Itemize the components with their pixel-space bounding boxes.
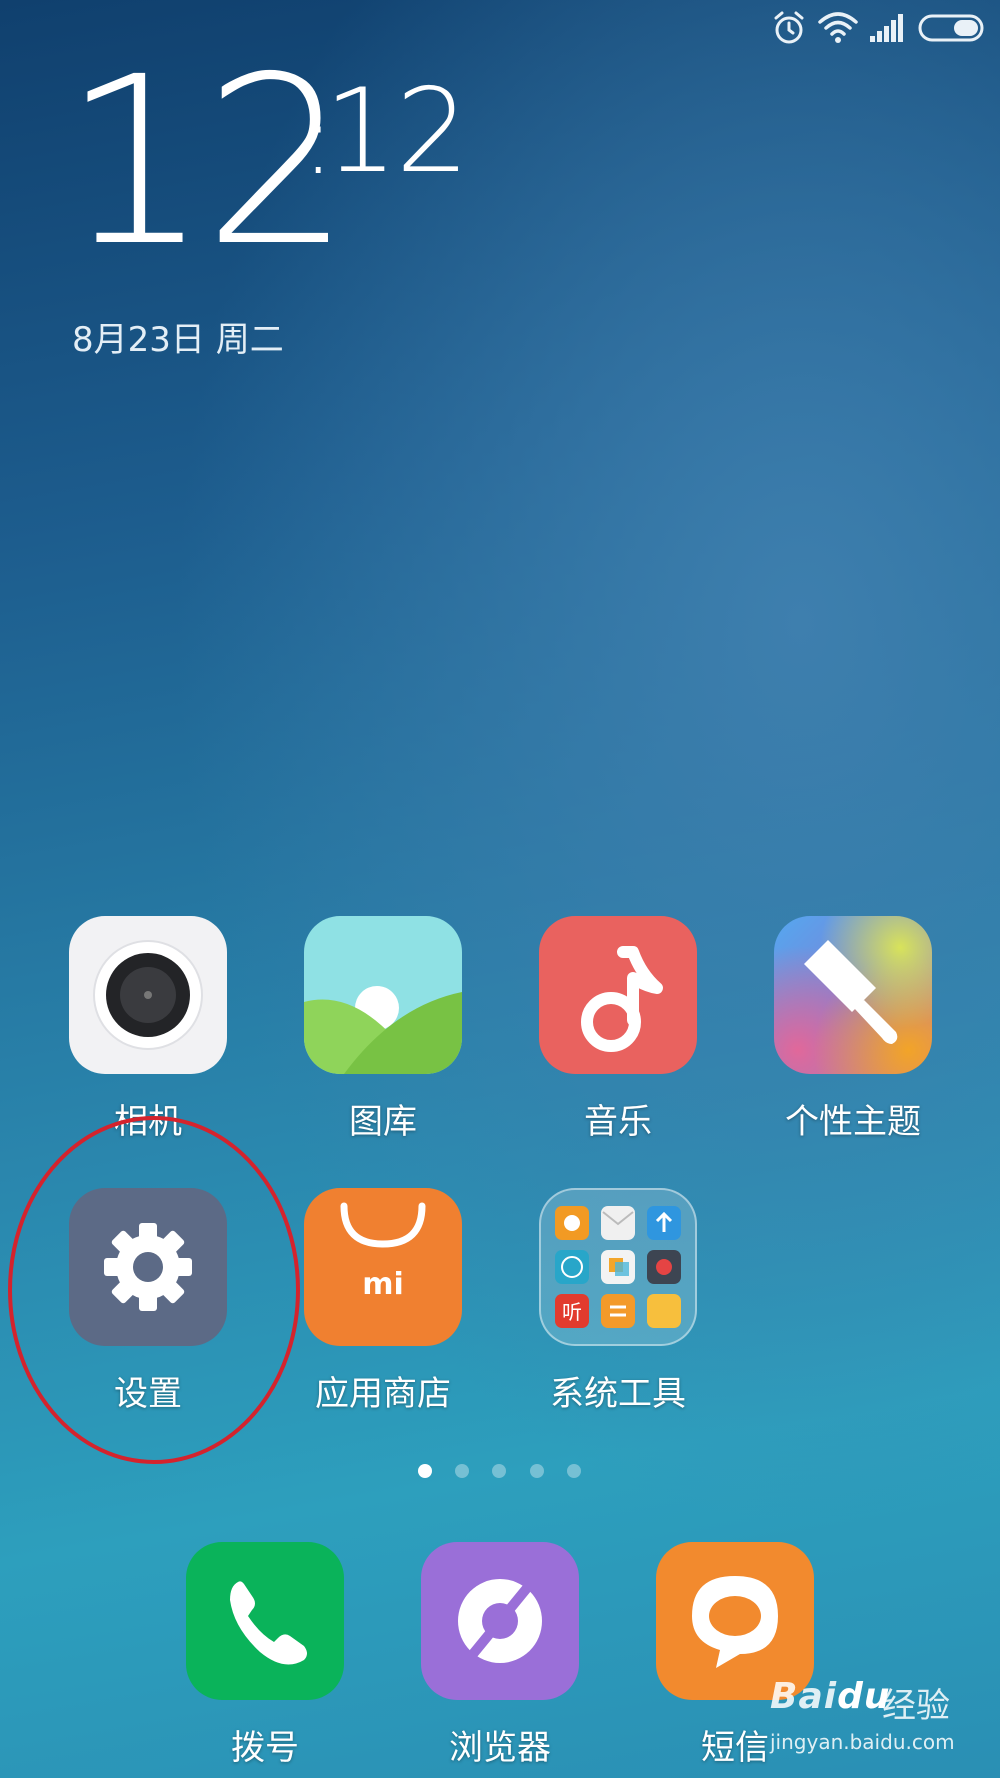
folder-icon: 听	[539, 1188, 697, 1346]
baidu-watermark: Baidu 经验 jingyan.baidu.com	[764, 1668, 1000, 1778]
page-dot-4[interactable]	[530, 1464, 544, 1478]
wifi-icon	[818, 12, 858, 43]
music-note-icon	[539, 916, 697, 1074]
app-label: 音乐	[584, 1102, 652, 1142]
watermark-cn: 经验	[882, 1686, 950, 1726]
mi-logo-text: mi	[362, 1267, 404, 1302]
brush-icon	[774, 916, 932, 1074]
page-dot-1[interactable]	[418, 1464, 432, 1478]
page-dot-5[interactable]	[567, 1464, 581, 1478]
app-label: 图库	[349, 1102, 417, 1142]
app-label: 拨号	[231, 1728, 299, 1768]
date-label: 8月23日 周二	[72, 320, 284, 360]
watermark-brand: Baidu	[770, 1676, 891, 1717]
page-dot-2[interactable]	[455, 1464, 469, 1478]
clock-widget[interactable]: 12 : 12	[62, 46, 482, 280]
signal-icon	[870, 14, 903, 42]
app-label: 个性主题	[785, 1102, 921, 1142]
app-label: 浏览器	[449, 1728, 551, 1768]
highlight-circle	[8, 1116, 300, 1464]
app-label: 系统工具	[550, 1374, 686, 1414]
gallery-icon	[304, 916, 462, 1074]
phone-icon	[186, 1542, 344, 1700]
page-indicator[interactable]	[410, 1464, 610, 1484]
camera-icon	[69, 916, 227, 1074]
page-dot-3[interactable]	[492, 1464, 506, 1478]
battery-icon	[918, 14, 984, 42]
clock-minutes: 12	[324, 64, 470, 199]
app-store-bag-icon: mi	[304, 1188, 462, 1346]
alarm-icon	[774, 11, 804, 44]
folder-glyph: 听	[562, 1300, 582, 1324]
browser-icon	[421, 1542, 579, 1700]
app-label: 应用商店	[315, 1374, 451, 1414]
watermark-url: jingyan.baidu.com	[770, 1730, 955, 1754]
